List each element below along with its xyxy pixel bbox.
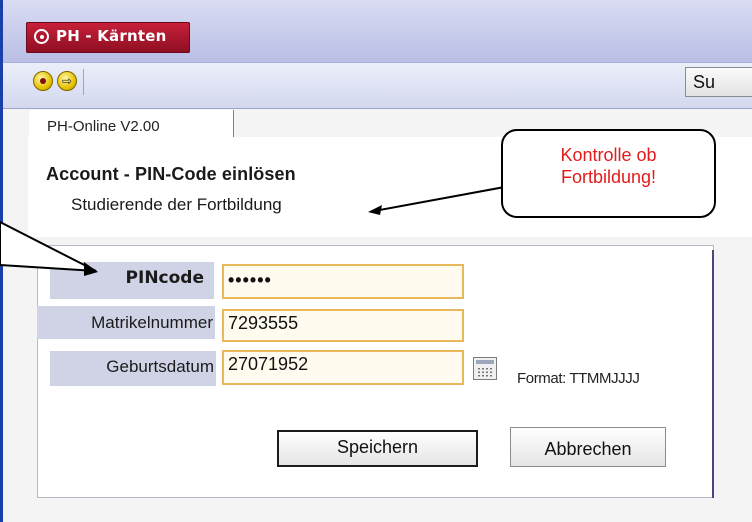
matrikelnummer-label: Matrikelnummer (37, 306, 215, 339)
cancel-button[interactable]: Abbrechen (510, 427, 666, 467)
pincode-label: PINcode (50, 262, 214, 299)
page-subtitle: Studierende der Fortbildung (71, 195, 282, 214)
search-button[interactable]: Su (685, 67, 752, 97)
pincode-input[interactable]: •••••• (222, 264, 464, 299)
geburtsdatum-input[interactable]: 27071952 (222, 350, 464, 385)
app-title: PH - Kärnten (56, 27, 167, 45)
save-button[interactable]: Speichern (277, 430, 478, 467)
toolbar-divider (83, 69, 84, 95)
toolbar: ⇨ Su (3, 62, 752, 109)
calendar-icon[interactable] (473, 357, 497, 380)
app-title-badge: PH - Kärnten (26, 22, 190, 53)
page-title: Account - PIN-Code einlösen (46, 164, 296, 184)
callout-line-2: Fortbildung! (560, 167, 657, 187)
form-panel-border (712, 250, 714, 498)
matrikelnummer-input[interactable]: 7293555 (222, 309, 464, 342)
date-format-hint: Format: TTMMJJJJ (517, 370, 640, 387)
geburtsdatum-label: Geburtsdatum (50, 351, 216, 386)
annotation-callout: Kontrolle ob Fortbildung! (501, 129, 716, 218)
callout-line-1: Kontrolle ob (560, 145, 657, 165)
app-logo-icon (34, 29, 49, 44)
back-icon[interactable] (33, 71, 53, 91)
forward-arrow-icon[interactable]: ⇨ (57, 71, 77, 91)
tab-ph-online[interactable]: PH-Online V2.00 (29, 110, 234, 137)
